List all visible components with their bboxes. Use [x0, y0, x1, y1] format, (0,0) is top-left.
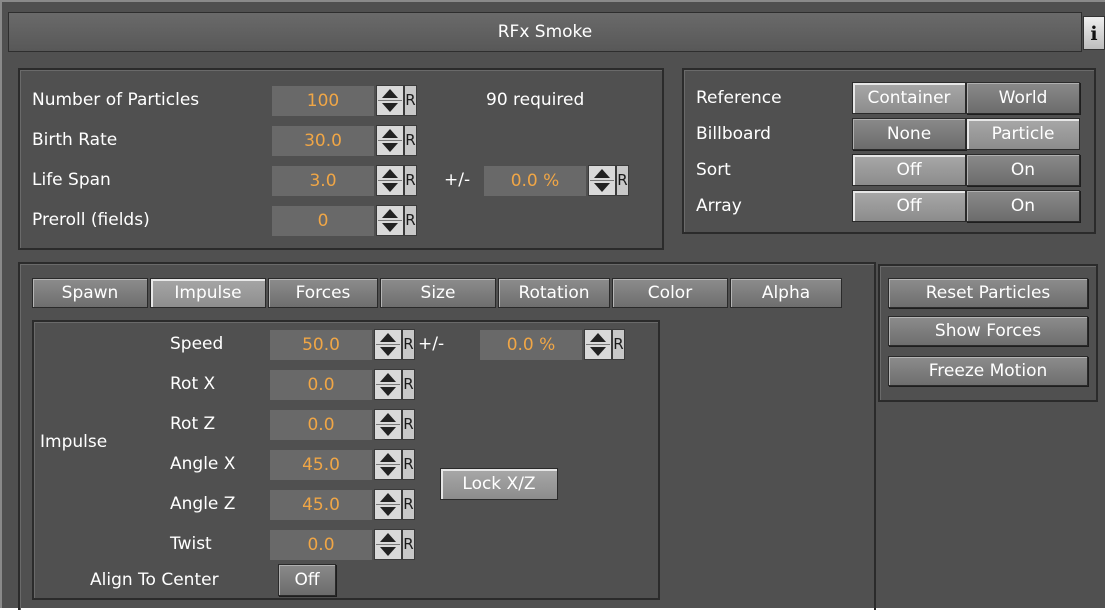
- angle-z-stepper[interactable]: R: [374, 489, 415, 520]
- birth-rate-label: Birth Rate: [32, 130, 118, 150]
- speed-label: Speed: [170, 334, 224, 354]
- align-to-center-toggle[interactable]: Off: [278, 564, 336, 596]
- array-off-button[interactable]: Off: [852, 190, 966, 222]
- impulse-content: Impulse Speed Rot X Rot Z Angle X Angle …: [32, 320, 660, 600]
- twist-field[interactable]: 0.0: [270, 530, 372, 560]
- angle-z-field[interactable]: 45.0: [270, 490, 372, 520]
- rot-x-stepper[interactable]: R: [374, 369, 415, 400]
- tab-impulse[interactable]: Impulse: [150, 278, 266, 308]
- reset-button[interactable]: R: [616, 165, 629, 196]
- speed-variance-stepper[interactable]: R: [584, 329, 625, 360]
- lifespan-variance-field[interactable]: 0.0 %: [484, 166, 586, 196]
- angle-z-label: Angle Z: [170, 494, 236, 514]
- particles-panel: Number of Particles Birth Rate Life Span…: [18, 68, 664, 250]
- tab-spawn[interactable]: Spawn: [32, 278, 148, 308]
- reference-container-button[interactable]: Container: [852, 82, 966, 114]
- reset-button[interactable]: R: [402, 329, 415, 360]
- lifespan-variance-stepper[interactable]: R: [588, 165, 629, 196]
- reset-particles-button[interactable]: Reset Particles: [888, 278, 1088, 308]
- up-down-arrows-icon[interactable]: [376, 125, 404, 156]
- reset-button[interactable]: R: [402, 489, 415, 520]
- up-down-arrows-icon[interactable]: [588, 165, 616, 196]
- reset-button[interactable]: R: [404, 85, 417, 116]
- rot-x-field[interactable]: 0.0: [270, 370, 372, 400]
- rot-z-field[interactable]: 0.0: [270, 410, 372, 440]
- speed-stepper[interactable]: R: [374, 329, 415, 360]
- impulse-group-label: Impulse: [40, 432, 108, 452]
- options-panel: Reference Billboard Sort Array Container…: [682, 68, 1096, 234]
- align-to-center-label: Align To Center: [90, 570, 219, 590]
- array-on-button[interactable]: On: [966, 190, 1080, 222]
- up-down-arrows-icon[interactable]: [374, 449, 402, 480]
- preroll-field[interactable]: 0: [272, 206, 374, 236]
- life-span-field[interactable]: 3.0: [272, 166, 374, 196]
- preroll-label: Preroll (fields): [32, 210, 150, 230]
- lifespan-variance-label: +/-: [444, 170, 471, 190]
- sort-off-button[interactable]: Off: [852, 154, 966, 186]
- speed-variance-field[interactable]: 0.0 %: [480, 330, 582, 360]
- tab-size[interactable]: Size: [380, 278, 496, 308]
- rot-x-label: Rot X: [170, 374, 216, 394]
- number-of-particles-field[interactable]: 100: [272, 86, 374, 116]
- rot-z-label: Rot Z: [170, 414, 216, 434]
- reset-button[interactable]: R: [402, 369, 415, 400]
- number-of-particles-label: Number of Particles: [32, 90, 200, 110]
- reset-button[interactable]: R: [402, 409, 415, 440]
- birth-rate-stepper[interactable]: R: [376, 125, 417, 156]
- reference-world-button[interactable]: World: [966, 82, 1080, 114]
- reset-button[interactable]: R: [612, 329, 625, 360]
- lock-xz-button[interactable]: Lock X/Z: [440, 468, 558, 500]
- reference-label: Reference: [696, 88, 782, 108]
- tab-rotation[interactable]: Rotation: [498, 278, 610, 308]
- up-down-arrows-icon[interactable]: [584, 329, 612, 360]
- up-down-arrows-icon[interactable]: [376, 85, 404, 116]
- up-down-arrows-icon[interactable]: [376, 205, 404, 236]
- up-down-arrows-icon[interactable]: [374, 489, 402, 520]
- sort-on-button[interactable]: On: [966, 154, 1080, 186]
- angle-x-stepper[interactable]: R: [374, 449, 415, 480]
- preroll-stepper[interactable]: R: [376, 205, 417, 236]
- angle-x-field[interactable]: 45.0: [270, 450, 372, 480]
- rfx-smoke-editor: RFx Smoke i Number of Particles Birth Ra…: [0, 0, 1105, 610]
- tab-color[interactable]: Color: [612, 278, 728, 308]
- reset-button[interactable]: R: [402, 529, 415, 560]
- reset-button[interactable]: R: [404, 205, 417, 236]
- reset-button[interactable]: R: [404, 125, 417, 156]
- birth-rate-field[interactable]: 30.0: [272, 126, 374, 156]
- show-forces-button[interactable]: Show Forces: [888, 316, 1088, 346]
- up-down-arrows-icon[interactable]: [374, 329, 402, 360]
- billboard-particle-button[interactable]: Particle: [966, 118, 1080, 150]
- sort-label: Sort: [696, 160, 731, 180]
- up-down-arrows-icon[interactable]: [376, 165, 404, 196]
- speed-variance-label: +/-: [418, 334, 445, 354]
- array-label: Array: [696, 196, 742, 216]
- speed-field[interactable]: 50.0: [270, 330, 372, 360]
- twist-stepper[interactable]: R: [374, 529, 415, 560]
- up-down-arrows-icon[interactable]: [374, 409, 402, 440]
- life-span-stepper[interactable]: R: [376, 165, 417, 196]
- required-count: 90 required: [486, 90, 585, 110]
- rot-z-stepper[interactable]: R: [374, 409, 415, 440]
- billboard-label: Billboard: [696, 124, 771, 144]
- twist-label: Twist: [170, 534, 212, 554]
- up-down-arrows-icon[interactable]: [374, 369, 402, 400]
- number-of-particles-stepper[interactable]: R: [376, 85, 417, 116]
- freeze-motion-button[interactable]: Freeze Motion: [888, 356, 1088, 386]
- tab-forces[interactable]: Forces: [268, 278, 378, 308]
- panel-title: RFx Smoke: [8, 12, 1082, 52]
- angle-x-label: Angle X: [170, 454, 236, 474]
- info-button[interactable]: i: [1083, 16, 1105, 50]
- tab-alpha[interactable]: Alpha: [730, 278, 842, 308]
- billboard-none-button[interactable]: None: [852, 118, 966, 150]
- reset-button[interactable]: R: [404, 165, 417, 196]
- reset-button[interactable]: R: [402, 449, 415, 480]
- life-span-label: Life Span: [32, 170, 111, 190]
- up-down-arrows-icon[interactable]: [374, 529, 402, 560]
